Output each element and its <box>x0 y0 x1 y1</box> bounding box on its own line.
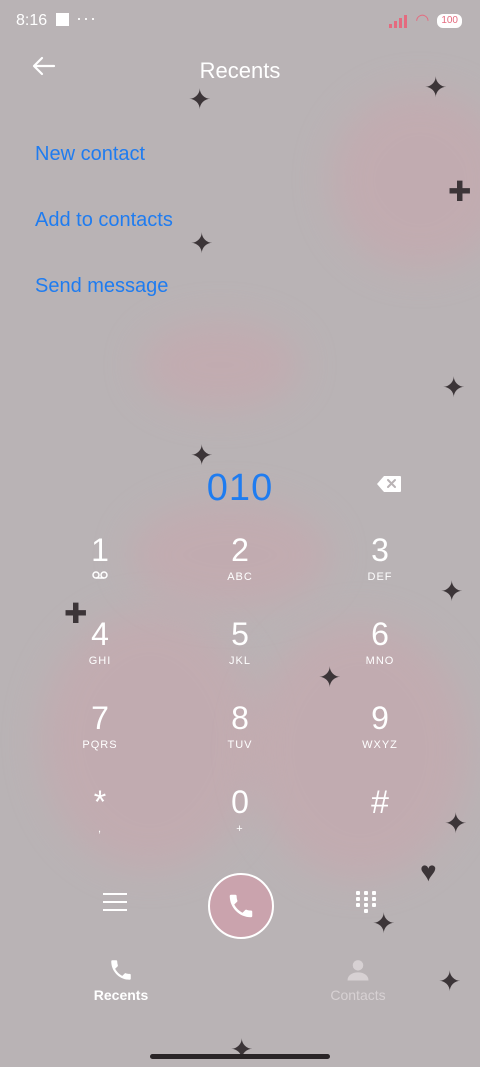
key-star[interactable]: * , <box>30 782 170 862</box>
tab-recents[interactable]: Recents <box>51 955 191 1003</box>
send-message-link[interactable]: Send message <box>35 272 173 338</box>
key-digit: * <box>93 784 107 820</box>
keypad-toggle-icon[interactable] <box>356 891 376 915</box>
key-letters: WXYZ <box>362 739 398 751</box>
key-digit: # <box>371 784 389 820</box>
key-hash[interactable]: # <box>310 782 450 862</box>
key-letters: GHI <box>88 655 112 667</box>
key-letters: + <box>236 823 244 835</box>
phone-icon <box>229 894 253 918</box>
more-notifications-icon: ··· <box>76 8 97 28</box>
call-button[interactable] <box>208 873 274 939</box>
person-icon <box>288 955 428 985</box>
key-letters: DEF <box>367 571 393 583</box>
key-letters: JKL <box>229 655 251 667</box>
tab-label: Contacts <box>330 987 386 1003</box>
key-digit: 7 <box>91 700 109 736</box>
new-contact-link[interactable]: New contact <box>35 140 173 206</box>
key-digit: 9 <box>371 700 389 736</box>
dialer-controls <box>0 873 480 939</box>
signal-icon <box>389 14 408 28</box>
key-letters: TUV <box>227 739 253 751</box>
key-1[interactable]: 1 <box>30 530 170 610</box>
key-9[interactable]: 9 WXYZ <box>310 698 450 778</box>
tab-label: Recents <box>93 987 149 1003</box>
key-letters: MNO <box>365 655 395 667</box>
key-8[interactable]: 8 TUV <box>170 698 310 778</box>
home-indicator[interactable] <box>150 1054 330 1059</box>
action-list: New contact Add to contacts Send message <box>35 140 173 338</box>
dialer-pad: 010 1 2 ABC 3 DEF 4 GHI 5 JKL 6 MNO 7 PQ… <box>0 415 480 950</box>
voicemail-icon <box>30 570 170 584</box>
add-to-contacts-link[interactable]: Add to contacts <box>35 206 173 272</box>
key-6[interactable]: 6 MNO <box>310 614 450 694</box>
wifi-icon: ◠ <box>415 12 430 29</box>
key-digit: 1 <box>91 532 109 568</box>
notification-icon <box>56 13 69 26</box>
menu-icon[interactable] <box>103 893 127 913</box>
key-digit: 4 <box>91 616 109 652</box>
key-4[interactable]: 4 GHI <box>30 614 170 694</box>
key-letters: PQRS <box>82 739 118 751</box>
battery-icon: 100 <box>437 14 462 28</box>
key-5[interactable]: 5 JKL <box>170 614 310 694</box>
page-title: Recents <box>199 58 281 83</box>
key-digit: 3 <box>371 532 389 568</box>
phone-icon <box>51 955 191 985</box>
tab-contacts[interactable]: Contacts <box>288 955 428 1003</box>
key-digit: 5 <box>231 616 249 652</box>
key-3[interactable]: 3 DEF <box>310 530 450 610</box>
dialed-number: 010 <box>206 467 274 509</box>
key-letters: , <box>97 823 103 835</box>
key-digit: 6 <box>371 616 389 652</box>
header: Recents <box>0 52 480 92</box>
status-bar: 8:16 ··· ◠ 100 <box>0 0 480 42</box>
key-0[interactable]: 0 + <box>170 782 310 862</box>
status-time: 8:16 <box>16 12 48 29</box>
backspace-icon[interactable] <box>376 475 402 493</box>
key-2[interactable]: 2 ABC <box>170 530 310 610</box>
key-digit: 2 <box>231 532 249 568</box>
key-digit: 8 <box>231 700 249 736</box>
bottom-tabs: Recents Contacts <box>0 955 480 1015</box>
key-digit: 0 <box>231 784 249 820</box>
key-letters: ABC <box>227 571 253 583</box>
key-7[interactable]: 7 PQRS <box>30 698 170 778</box>
